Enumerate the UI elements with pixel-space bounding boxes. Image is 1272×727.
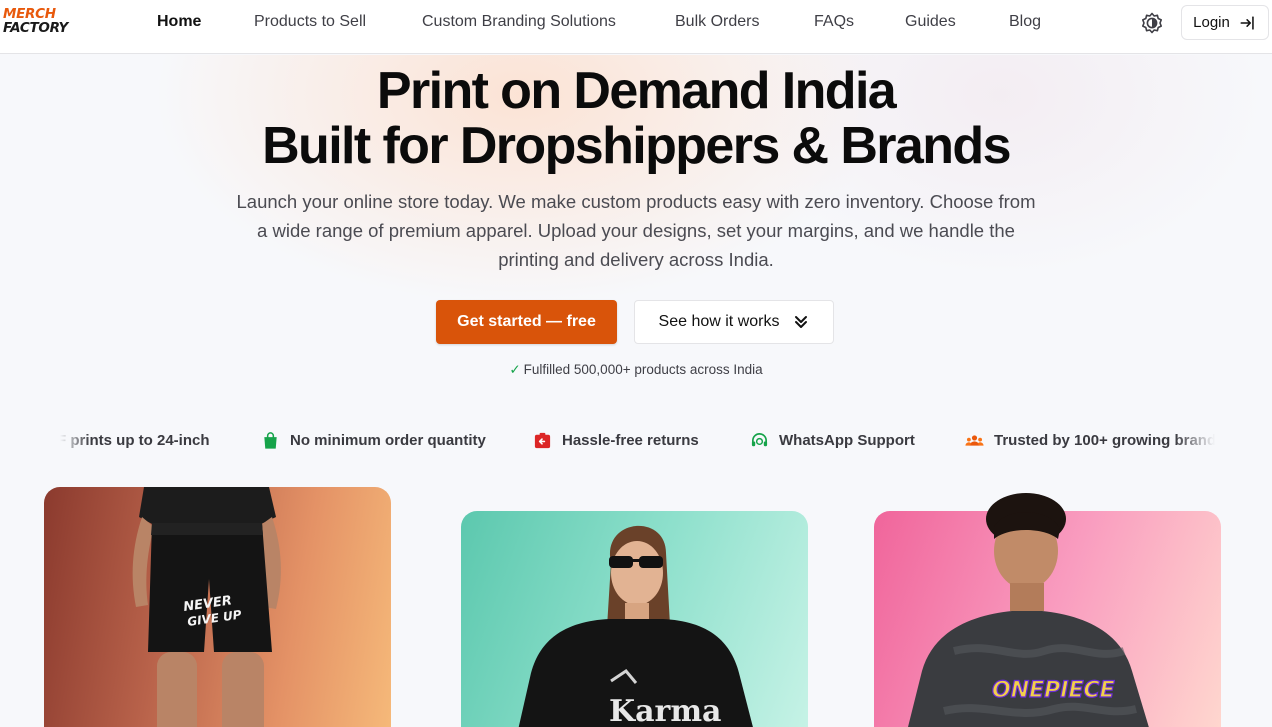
product-card-black-tee[interactable]: Karma	[461, 511, 808, 727]
feature-label: DTF prints up to 24-inch	[60, 432, 210, 449]
get-started-label: Get started — free	[457, 313, 596, 330]
nav-blog[interactable]: Blog	[1009, 12, 1041, 32]
logo-line-2: FACTORY	[3, 20, 68, 36]
fulfilled-text: Fulfilled 500,000+ products across India	[523, 362, 763, 377]
product-card-shorts[interactable]: NEVER GIVE UP	[44, 487, 391, 727]
feature-item: Trusted by 100+ growing brands	[965, 431, 1215, 450]
feature-label: Hassle-free returns	[562, 432, 699, 449]
shopping-bag-icon	[264, 432, 277, 449]
feature-label: Trusted by 100+ growing brands	[994, 432, 1215, 449]
group-users-icon	[965, 435, 984, 446]
login-button[interactable]: Login	[1181, 5, 1269, 40]
feature-item: Hassle-free returns	[533, 431, 699, 450]
get-started-button[interactable]: Get started — free	[436, 300, 617, 344]
black-oversized-tee-product-image: Karma	[518, 525, 753, 727]
tee-print-text: Karma	[609, 694, 722, 727]
login-label: Login	[1193, 14, 1230, 31]
check-icon: ✓	[509, 362, 521, 377]
merch-factory-logo[interactable]: MERCH FACTORY	[3, 6, 68, 41]
whatsapp-support-icon	[751, 433, 768, 447]
theme-toggle-button[interactable]	[1140, 11, 1164, 35]
nav-guides[interactable]: Guides	[905, 12, 956, 32]
nav-products-to-sell[interactable]: Products to Sell	[254, 12, 366, 32]
fulfilled-stat: ✓ Fulfilled 500,000+ products across Indi…	[0, 362, 1272, 378]
feature-label: No minimum order quantity	[290, 432, 486, 449]
hero-subtitle: Launch your online store today. We make …	[236, 191, 1036, 270]
tee-print-one-piece: ONEPIECE	[992, 678, 1115, 703]
logo-line-1: MERCH	[3, 6, 56, 22]
product-card-acid-wash-tee[interactable]: ONEPIECE	[874, 493, 1221, 727]
hero-title-line-1: Print on Demand India	[376, 62, 897, 120]
login-arrow-icon	[1240, 15, 1254, 30]
acid-wash-tee-product-image: ONEPIECE	[908, 493, 1149, 727]
feature-item: No minimum order quantity	[261, 431, 486, 450]
black-shorts-product-image: NEVER GIVE UP	[132, 487, 281, 727]
see-how-it-works-button[interactable]: See how it works	[634, 300, 834, 344]
feature-item: DTF prints up to 24-inch	[60, 431, 210, 450]
sun-gear-icon	[1142, 12, 1162, 34]
feature-item: WhatsApp Support	[750, 431, 915, 450]
site-header: MERCH FACTORY Home Products to Sell Cust…	[0, 0, 1272, 54]
return-box-icon	[534, 432, 551, 449]
nav-bulk-orders[interactable]: Bulk Orders	[675, 12, 759, 32]
nav-custom-branding[interactable]: Custom Branding Solutions	[422, 12, 616, 32]
feature-label: WhatsApp Support	[779, 432, 915, 449]
nav-faqs[interactable]: FAQs	[814, 12, 854, 32]
nav-home[interactable]: Home	[157, 12, 201, 32]
features-strip: DTF prints up to 24-inch No minimum orde…	[60, 429, 1215, 455]
hero-title-line-2: Built for Dropshippers & Brands	[262, 117, 1011, 175]
double-chevron-down-icon	[795, 316, 808, 328]
see-how-it-works-label: See how it works	[658, 313, 780, 330]
